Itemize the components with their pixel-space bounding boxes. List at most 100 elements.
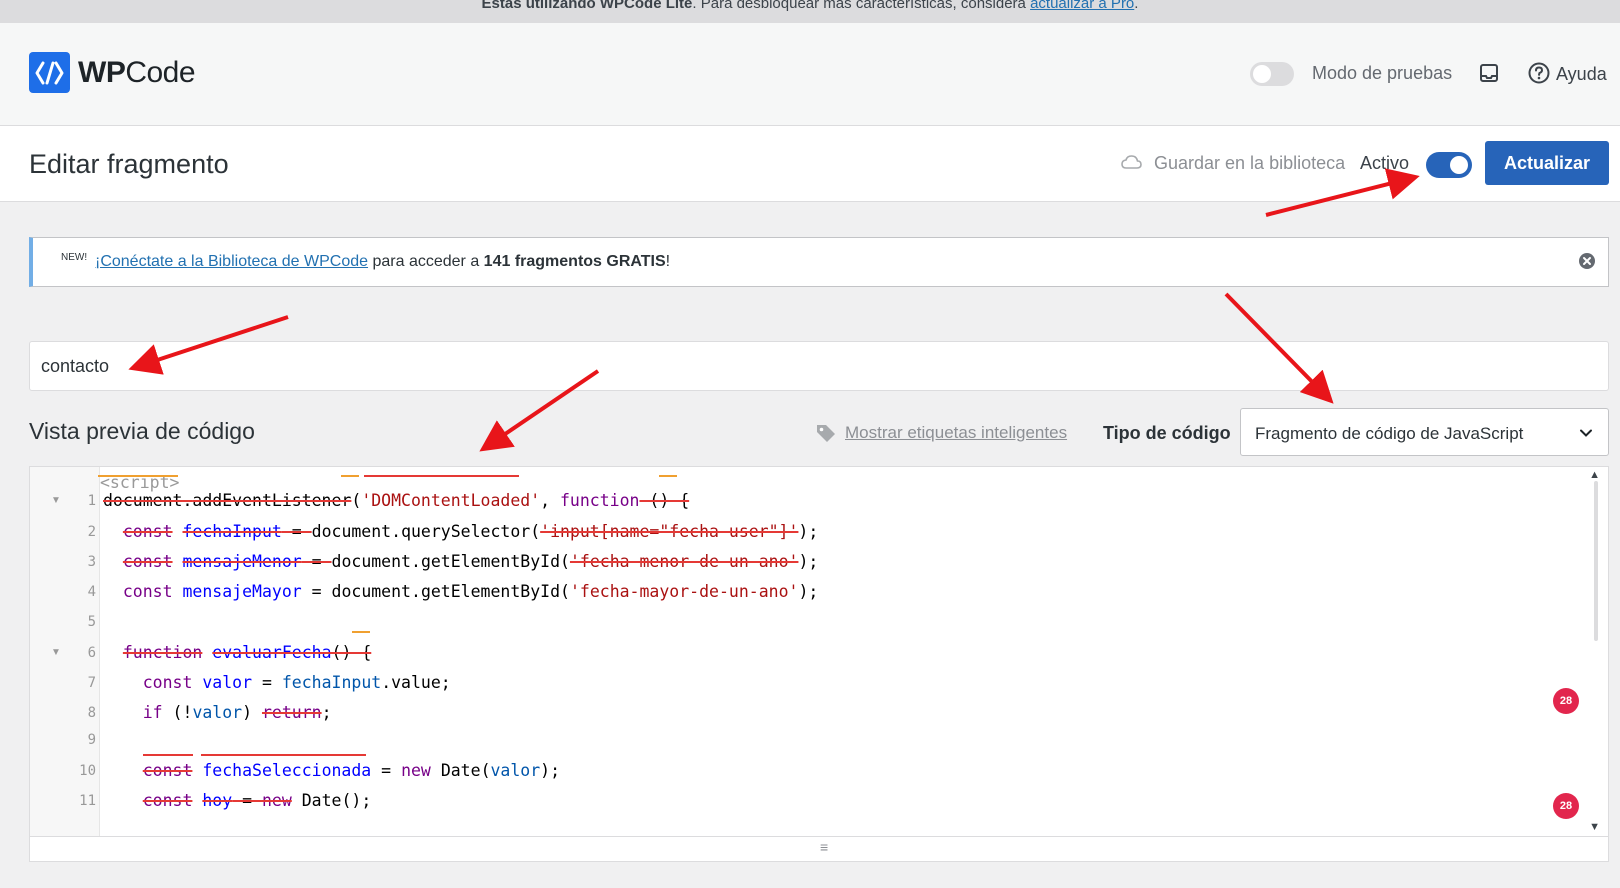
code-token: valor	[202, 673, 253, 692]
code-token: document	[103, 491, 183, 510]
editor-scrollbar[interactable]	[1594, 481, 1598, 641]
code-token: const	[122, 522, 173, 541]
code-token: (	[560, 582, 570, 601]
connect-library-link[interactable]: ¡Conéctate a la Biblioteca de WPCode	[95, 253, 368, 270]
code-token: const	[122, 552, 173, 571]
annotation-mark	[143, 754, 193, 756]
help-icon[interactable]	[1528, 62, 1550, 89]
upgrade-link[interactable]: actualizar a Pro	[1030, 0, 1134, 12]
help-label[interactable]: Ayuda	[1556, 64, 1607, 85]
code-token: evaluarFecha	[212, 643, 332, 662]
inbox-icon[interactable]	[1479, 63, 1499, 88]
line-number: 4	[87, 584, 96, 600]
code-token: document	[311, 522, 392, 541]
code-token: );	[798, 522, 819, 541]
annotation-mark	[659, 475, 677, 477]
scroll-up-icon[interactable]: ▲	[1589, 469, 1600, 481]
line-number: 1	[87, 493, 96, 509]
code-line[interactable]: const fechaInput = document.querySelecto…	[103, 522, 818, 553]
new-badge: NEW!	[61, 252, 88, 263]
line-number: 6	[87, 645, 96, 661]
code-token: );	[798, 582, 819, 601]
code-area[interactable]: <script> document.addEventListener('DOMC…	[100, 467, 1608, 837]
code-token: () {	[331, 643, 372, 662]
code-token: mensajeMenor	[182, 552, 302, 571]
code-type-value: Fragmento de código de JavaScript	[1255, 424, 1524, 443]
save-to-library-link[interactable]: Guardar en la biblioteca	[1154, 153, 1345, 174]
fold-toggle-icon[interactable]: ▼	[51, 647, 61, 658]
code-token: 'fecha-mayor-de-un-ano'	[569, 582, 799, 601]
update-button[interactable]: Actualizar	[1485, 141, 1609, 185]
code-line[interactable]: const valor = fechaInput.value;	[103, 673, 451, 704]
close-icon[interactable]	[1578, 252, 1596, 275]
code-token: =	[232, 791, 262, 810]
code-token: const	[142, 791, 193, 810]
upgrade-notice: Estás utilizando WPCode Lite. Para desbl…	[0, 0, 1620, 23]
fold-toggle-icon[interactable]: ▼	[51, 495, 61, 506]
line-number: 9	[87, 732, 96, 748]
test-mode-toggle[interactable]	[1250, 62, 1294, 86]
code-line[interactable]: const mensajeMenor = document.getElement…	[103, 552, 818, 583]
code-line[interactable]: if (!valor) return;	[103, 703, 332, 734]
code-token: getElementById	[420, 582, 561, 601]
code-token: 'input[name="fecha-user"]'	[540, 522, 799, 541]
code-token: );	[798, 552, 819, 571]
resize-handle[interactable]: ≡	[30, 836, 1608, 861]
notification-badge[interactable]: 28	[1553, 793, 1579, 819]
code-type-select[interactable]: Fragmento de código de JavaScript	[1240, 408, 1609, 456]
code-token: );	[540, 761, 561, 780]
code-token: Date	[440, 761, 481, 780]
notification-badge[interactable]: 28	[1553, 688, 1579, 714]
code-token: querySelector	[401, 522, 531, 541]
annotation-mark	[352, 631, 370, 633]
code-token: =	[301, 582, 332, 601]
cloud-icon[interactable]	[1120, 154, 1142, 175]
code-line[interactable]: const fechaSeleccionada = new Date(valor…	[103, 761, 560, 792]
page-title: Editar fragmento	[29, 149, 229, 179]
grip-icon: ≡	[820, 839, 829, 855]
code-token: (	[480, 761, 491, 780]
wpcode-logo[interactable]: WPCode	[29, 52, 196, 93]
code-token: const	[142, 673, 193, 692]
code-token: .	[411, 582, 421, 601]
code-token: fechaInput	[182, 522, 282, 541]
line-number: 10	[79, 763, 96, 779]
code-token: .	[411, 552, 421, 571]
tag-icon[interactable]	[815, 423, 839, 448]
code-token: )	[242, 703, 262, 722]
code-preview-label: Vista previa de código	[29, 418, 255, 444]
active-toggle[interactable]	[1426, 152, 1472, 178]
library-notice: NEW! ¡Conéctate a la Biblioteca de WPCod…	[29, 237, 1609, 287]
scroll-down-icon[interactable]: ▼	[1589, 821, 1600, 833]
code-token: const	[142, 761, 193, 780]
code-line[interactable]: const hoy = new Date();	[103, 791, 372, 822]
code-line[interactable]: function evaluarFecha() {	[103, 643, 371, 674]
code-editor[interactable]: 1 ▼ 2 3 4 5 6 ▼ 7 8 9 10 11 <script> document.addEve…	[29, 466, 1609, 862]
code-token: new	[261, 791, 292, 810]
smart-tags-link[interactable]: Mostrar etiquetas inteligentes	[845, 423, 1067, 443]
code-token: valor	[490, 761, 541, 780]
line-number: 8	[87, 705, 96, 721]
code-token: mensajeMayor	[182, 582, 302, 601]
annotation-mark	[201, 754, 366, 756]
code-token: =	[252, 673, 282, 692]
code-token: (	[560, 552, 570, 571]
code-line[interactable]: document.addEventListener('DOMContentLoa…	[103, 491, 689, 522]
code-token: ;	[321, 703, 332, 722]
code-token: Date	[301, 791, 342, 810]
code-line[interactable]: const mensajeMayor = document.getElement…	[103, 582, 818, 613]
line-number: 5	[87, 614, 96, 630]
snippet-title-input[interactable]: contacto	[29, 341, 1609, 391]
notice-middle-text: . Para desbloquear más características, …	[692, 0, 1031, 12]
test-mode-label: Modo de pruebas	[1312, 63, 1453, 83]
logo-icon	[29, 52, 70, 93]
